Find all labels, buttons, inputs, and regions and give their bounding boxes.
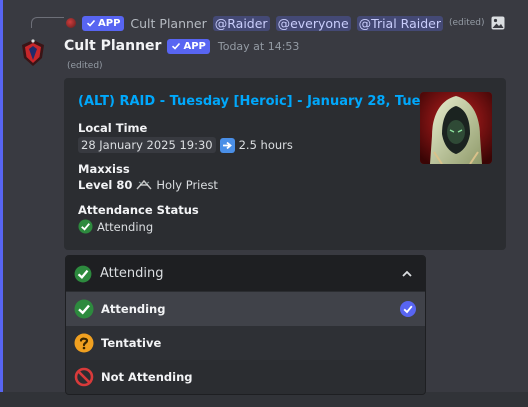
checkmark-icon	[86, 19, 96, 27]
option-attending-label: Attending	[101, 302, 166, 316]
arrow-right-icon	[219, 137, 235, 153]
local-time-value: 28 January 2025 19:30	[78, 137, 216, 153]
character-spec: Holy Priest	[156, 178, 218, 192]
embed-title[interactable]: (ALT) RAID - Tuesday [Heroic] - January …	[78, 94, 454, 109]
attendance-select-header[interactable]: Attending	[66, 256, 425, 291]
option-tentative-label: Tentative	[101, 336, 162, 350]
no-entry-icon	[74, 367, 94, 387]
reply-app-badge: APP	[82, 15, 125, 31]
message-author[interactable]: Cult Planner	[64, 38, 161, 54]
reply-avatar	[66, 18, 76, 28]
field-local-time-name: Local Time	[78, 121, 148, 135]
field-attendance-value: Attending	[78, 219, 153, 234]
option-not-attending-label: Not Attending	[101, 370, 193, 384]
event-embed: (ALT) RAID - Tuesday [Heroic] - January …	[64, 78, 506, 250]
message-app-badge-label: APP	[183, 40, 206, 52]
holy-priest-icon	[136, 179, 152, 190]
chevron-up-icon[interactable]	[401, 268, 413, 280]
character-level: Level 80	[78, 178, 133, 192]
message-highlight-bar	[0, 0, 3, 392]
embed-thumbnail[interactable]	[420, 92, 492, 164]
attendance-value: Attending	[97, 219, 154, 234]
message-app-badge: APP	[167, 38, 210, 54]
reply-connector	[31, 17, 64, 28]
image-icon[interactable]	[491, 16, 505, 30]
field-local-time-value: 28 January 2025 19:30 2.5 hours	[78, 137, 293, 153]
checkmark-icon	[172, 42, 181, 50]
mention-everyone[interactable]: @everyone	[275, 15, 351, 31]
message-edited-label: (edited)	[67, 61, 103, 71]
check-icon	[74, 265, 92, 282]
duration-value: 2.5 hours	[238, 138, 293, 152]
option-attending[interactable]: Attending	[66, 292, 425, 326]
question-icon	[74, 333, 94, 353]
mention-raider[interactable]: @Raider	[212, 15, 270, 31]
field-character-value: Level 80 Holy Priest	[78, 178, 218, 192]
check-icon	[74, 299, 94, 319]
message-timestamp[interactable]: Today at 14:53	[218, 40, 300, 53]
mention-trial-raider[interactable]: @Trial Raider	[356, 15, 443, 31]
reply-author[interactable]: Cult Planner	[130, 16, 206, 31]
option-tentative[interactable]: Tentative	[66, 326, 425, 360]
message-header: Cult Planner APP Today at 14:53	[64, 37, 299, 55]
check-icon	[78, 219, 93, 234]
attendance-select-value: Attending	[100, 266, 164, 281]
field-attendance-name: Attendance Status	[78, 203, 199, 217]
selected-check-icon	[400, 301, 416, 317]
bot-avatar[interactable]	[20, 38, 46, 68]
field-character-name: Maxxiss	[78, 162, 130, 176]
reply-preview[interactable]: APP Cult Planner @Raider @everyone @Tria…	[66, 12, 505, 34]
option-not-attending[interactable]: Not Attending	[66, 360, 425, 394]
reply-edited-label: (edited)	[448, 18, 485, 28]
reply-app-badge-label: APP	[98, 17, 121, 29]
attendance-select[interactable]: Attending Attending Tentative Not Attend…	[65, 255, 426, 395]
